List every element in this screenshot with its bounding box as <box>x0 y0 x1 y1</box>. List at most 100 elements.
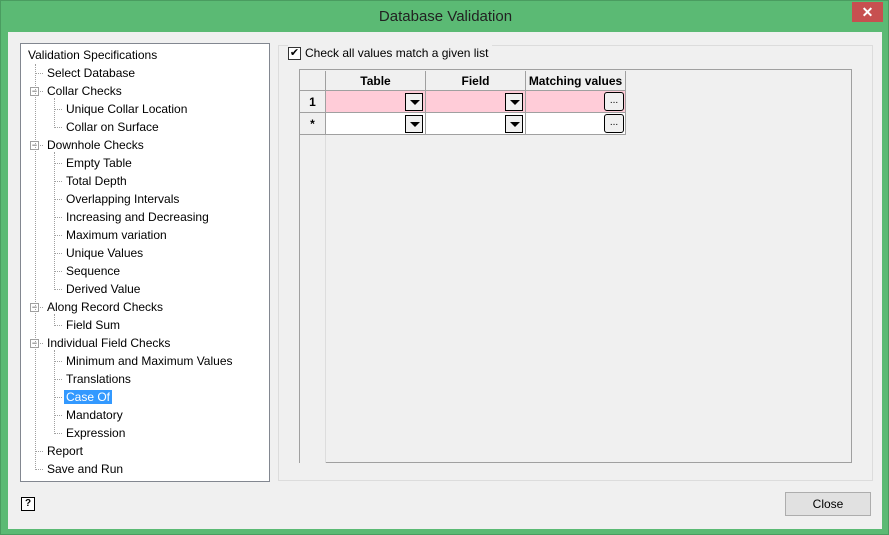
tree-item[interactable]: Derived Value <box>64 280 142 298</box>
tree-item[interactable]: Along Record Checks <box>45 298 165 316</box>
tree-item[interactable]: Translations <box>64 370 133 388</box>
dropdown-arrow-icon[interactable] <box>505 93 523 111</box>
check-all-values-checkbox[interactable]: ✔ Check all values match a given list <box>288 45 493 61</box>
row-header[interactable]: * <box>300 113 326 135</box>
tree-connector <box>54 217 62 218</box>
tree-connector <box>54 199 62 200</box>
tree-connector <box>54 235 62 236</box>
tree-item-label: Mandatory <box>66 408 123 422</box>
tree-item-label: Overlapping Intervals <box>66 192 180 206</box>
tree-connector <box>54 98 55 128</box>
tree-item[interactable]: Downhole Checks <box>45 136 146 154</box>
ellipsis-button[interactable]: ... <box>604 114 624 133</box>
tree-item-label: Maximum variation <box>66 228 167 242</box>
tree-item[interactable]: Save and Run <box>45 460 125 478</box>
column-header-matching-values[interactable]: Matching values <box>526 71 626 91</box>
tree-connector <box>54 253 62 254</box>
window-close-button[interactable]: ✕ <box>852 2 883 22</box>
validation-tree[interactable]: Validation Specifications Select Database… <box>20 43 270 482</box>
tree-connector <box>54 271 62 272</box>
column-header-field[interactable]: Field <box>426 71 526 91</box>
tree-item[interactable]: Increasing and Decreasing <box>64 208 211 226</box>
tree-item[interactable]: Empty Table <box>64 154 134 172</box>
matching-values-grid[interactable]: Table Field Matching values 1 ... * ... <box>299 69 852 463</box>
help-icon[interactable]: ? <box>21 497 35 511</box>
table-cell[interactable] <box>326 113 426 135</box>
tree-item-label: Save and Run <box>47 462 124 476</box>
dropdown-arrow-icon[interactable] <box>505 115 523 133</box>
tree-item-label: Empty Table <box>66 156 132 170</box>
tree-item[interactable]: Expression <box>64 424 127 442</box>
tree-item-label: Total Depth <box>66 174 127 188</box>
tree-item-label: Report <box>47 444 84 458</box>
tree-item[interactable]: Collar Checks <box>45 82 124 100</box>
row-header[interactable]: 1 <box>300 91 326 113</box>
tree-item[interactable]: Select Database <box>45 64 137 82</box>
tree-item[interactable]: Minimum and Maximum Values <box>64 352 235 370</box>
tree-item[interactable]: Maximum variation <box>64 226 169 244</box>
tree-connector <box>35 73 43 74</box>
tree-item-label: Expression <box>66 426 126 440</box>
tree-item-label: Minimum and Maximum Values <box>66 354 233 368</box>
dialog-window: Database Validation ✕ Validation Specifi… <box>0 0 889 535</box>
tree-connector <box>54 350 55 434</box>
tree-item-label: Field Sum <box>66 318 121 332</box>
tree-item-label: Unique Collar Location <box>66 102 188 116</box>
tree-connector <box>54 163 62 164</box>
tree-item[interactable]: Sequence <box>64 262 122 280</box>
checkbox-box[interactable]: ✔ <box>288 46 301 60</box>
checkbox-label: Check all values match a given list <box>305 46 489 60</box>
tree-connector <box>54 109 62 110</box>
window-title: Database Validation <box>378 8 513 25</box>
matching-values-cell[interactable]: ... <box>526 113 626 135</box>
field-cell[interactable] <box>426 113 526 135</box>
tree-connector <box>54 181 62 182</box>
dropdown-arrow-icon[interactable] <box>405 115 423 133</box>
dropdown-arrow-icon[interactable] <box>405 93 423 111</box>
ellipsis-button[interactable]: ... <box>604 92 624 111</box>
tree-item[interactable]: Mandatory <box>64 406 125 424</box>
tree-item[interactable]: Unique Values <box>64 244 145 262</box>
row-header-column <box>300 135 326 463</box>
tree-connector <box>35 469 43 470</box>
tree-item-label: Collar Checks <box>47 84 122 98</box>
tree-item-label: Translations <box>66 372 131 386</box>
tree-item-label: Unique Values <box>66 246 144 260</box>
tree-item-label: Along Record Checks <box>47 300 164 314</box>
tree-item-label: Select Database <box>47 66 136 80</box>
dialog-client: Validation Specifications Select Database… <box>8 32 882 529</box>
tree-connector <box>35 451 43 452</box>
table-cell[interactable] <box>326 91 426 113</box>
tree-item[interactable]: Total Depth <box>64 172 129 190</box>
tree-connector <box>54 127 62 128</box>
tree-item-label: Collar on Surface <box>66 120 159 134</box>
corner-header <box>300 71 326 91</box>
tree-item[interactable]: Individual Field Checks <box>45 334 172 352</box>
tree-item[interactable]: Collar on Surface <box>64 118 161 136</box>
column-header-table[interactable]: Table <box>326 71 426 91</box>
tree-item-label: Increasing and Decreasing <box>66 210 209 224</box>
tree-item[interactable]: Unique Collar Location <box>64 100 189 118</box>
tree-connector <box>54 379 62 380</box>
tree-item[interactable]: Validation Specifications <box>26 46 159 64</box>
matching-values-cell[interactable]: ... <box>526 91 626 113</box>
tree-connector <box>54 152 55 290</box>
tree-item-label: Sequence <box>66 264 121 278</box>
tree-item-label: Downhole Checks <box>47 138 144 152</box>
tree-connector <box>54 397 62 398</box>
tree-item-label: Individual Field Checks <box>47 336 171 350</box>
tree-item[interactable]: Case Of <box>64 388 113 406</box>
field-cell[interactable] <box>426 91 526 113</box>
tree-item-label: Derived Value <box>66 282 141 296</box>
tree-item[interactable]: Overlapping Intervals <box>64 190 181 208</box>
tree-item-label: Case Of <box>64 390 113 404</box>
tree-item[interactable]: Report <box>45 442 85 460</box>
tree-connector <box>54 433 62 434</box>
tree-connector <box>54 325 62 326</box>
tree-connector <box>54 415 62 416</box>
tree-item[interactable]: Field Sum <box>64 316 122 334</box>
tree-connector <box>54 361 62 362</box>
close-button[interactable]: Close <box>785 492 871 516</box>
tree-connector <box>54 314 55 326</box>
tree-item-label: Validation Specifications <box>28 48 158 62</box>
